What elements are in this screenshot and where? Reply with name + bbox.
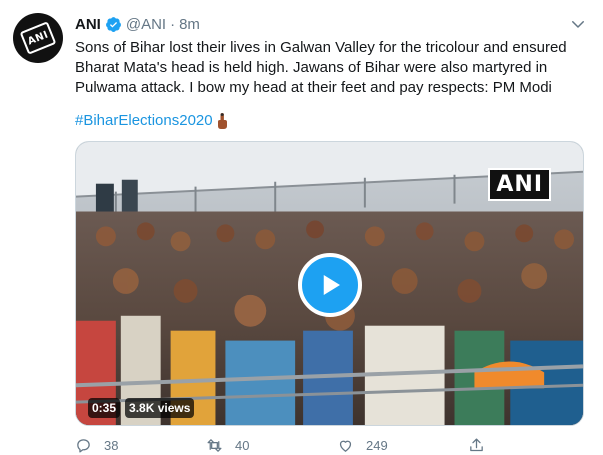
ani-watermark-logo: ANI <box>488 168 551 201</box>
video-info-badges: 0:35 3.8K views <box>88 398 195 418</box>
author-handle[interactable]: @ANI <box>126 16 166 33</box>
like-count: 249 <box>366 438 388 453</box>
reply-icon <box>77 439 90 453</box>
finger-ink-emoji-icon <box>216 112 228 130</box>
play-icon <box>323 275 340 295</box>
timestamp[interactable]: 8m <box>179 16 200 33</box>
like-button[interactable]: 249 <box>337 437 388 454</box>
tweet[interactable]: ANI ANI @ANI · 8m Sons of Bihar lost the… <box>0 0 603 455</box>
video-player[interactable]: ANI 0:35 3.8K views <box>75 141 584 426</box>
play-button[interactable] <box>298 253 362 317</box>
separator-dot: · <box>170 15 176 33</box>
reply-button[interactable]: 38 <box>75 437 118 454</box>
caret-down-icon[interactable] <box>569 15 587 33</box>
retweet-icon <box>207 439 222 452</box>
retweet-count: 40 <box>235 438 250 453</box>
hashtag-link[interactable]: #BiharElections2020 <box>75 111 213 131</box>
tweet-text: Sons of Bihar lost their lives in Galwan… <box>75 39 567 96</box>
like-icon <box>339 440 352 452</box>
video-views: 3.8K views <box>125 398 195 418</box>
share-button[interactable] <box>468 437 485 454</box>
tweet-actions: 38 40 249 <box>75 437 584 455</box>
video-duration: 0:35 <box>88 398 121 418</box>
hashtag-line: #BiharElections2020 <box>75 111 228 131</box>
retweet-button[interactable]: 40 <box>206 437 249 454</box>
tweet-header: ANI @ANI · 8m <box>75 14 200 34</box>
reply-count: 38 <box>104 438 119 453</box>
verified-badge-icon <box>105 16 122 33</box>
share-icon <box>470 438 483 452</box>
avatar[interactable]: ANI <box>13 13 63 63</box>
author-name[interactable]: ANI <box>75 16 101 33</box>
avatar-logo: ANI <box>19 21 57 55</box>
